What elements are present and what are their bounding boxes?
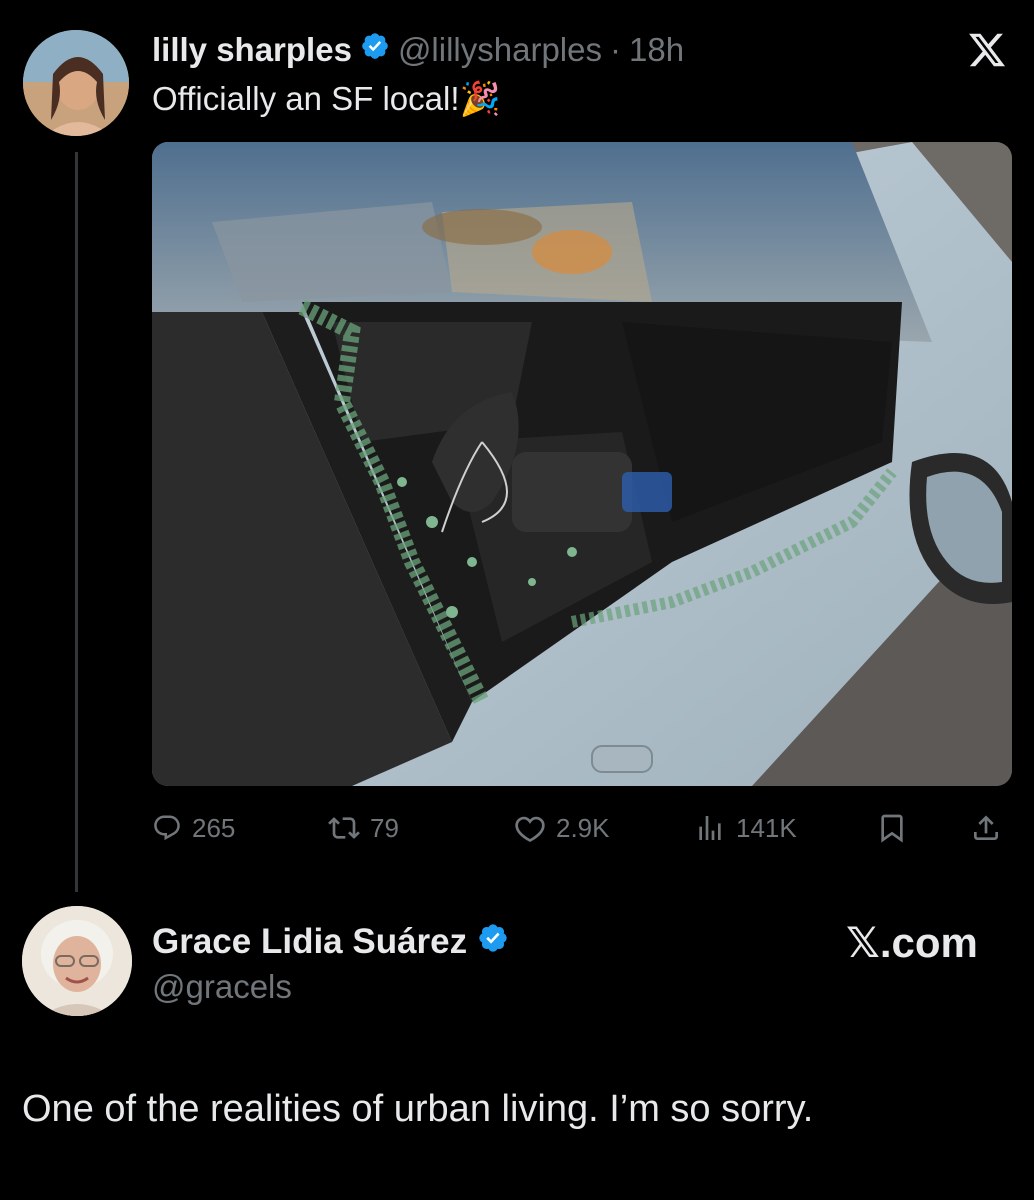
repost-button[interactable]: 79 — [328, 806, 399, 850]
author-name[interactable]: lilly sharples — [152, 31, 352, 69]
thread-connector-line — [75, 152, 78, 892]
avatar-grace-image — [22, 906, 132, 1016]
bookmark-button[interactable] — [876, 806, 908, 850]
tweet-media-photo[interactable] — [152, 142, 1012, 786]
reply-header: Grace Lidia Suárez — [152, 920, 509, 964]
reply-text: One of the realities of urban living. I’… — [22, 1088, 814, 1130]
reply-author-handle[interactable]: @gracels — [152, 968, 292, 1006]
party-popper-emoji: 🎉 — [459, 80, 501, 117]
reply-button[interactable]: 265 — [152, 806, 235, 850]
x-logo-icon[interactable] — [966, 30, 1008, 70]
tweet-text-body: Officially an SF local! — [152, 80, 460, 117]
reply-icon — [154, 815, 180, 841]
avatar-lilly-image — [23, 30, 129, 136]
x-com-brand[interactable]: 𝕏.com — [846, 918, 978, 967]
verified-badge-icon — [360, 31, 390, 69]
avatar-grace[interactable] — [22, 906, 132, 1016]
reply-author-name[interactable]: Grace Lidia Suárez — [152, 922, 467, 962]
car-window-photo — [152, 142, 1012, 786]
like-button[interactable]: 2.9K — [514, 806, 610, 850]
bookmark-icon — [881, 814, 903, 843]
views-count: 141K — [736, 812, 797, 843]
repost-icon — [328, 817, 360, 839]
views-button[interactable]: 141K — [694, 806, 797, 850]
tweet-header: lilly sharples @lillysharples · 18h — [152, 30, 684, 70]
share-icon — [974, 815, 998, 840]
reply-count: 265 — [192, 812, 236, 843]
share-button[interactable] — [970, 806, 1002, 850]
tweet-text: Officially an SF local!🎉 — [152, 80, 501, 119]
tweet-time[interactable]: 18h — [629, 31, 684, 69]
author-handle[interactable]: @lillysharples — [398, 31, 602, 69]
like-count: 2.9K — [556, 812, 610, 843]
heart-icon — [515, 816, 545, 842]
verified-badge-icon — [477, 922, 509, 963]
header-separator: · — [610, 31, 621, 68]
avatar-lilly[interactable] — [23, 30, 129, 136]
views-chart-icon — [699, 816, 721, 840]
repost-count: 79 — [370, 812, 399, 843]
